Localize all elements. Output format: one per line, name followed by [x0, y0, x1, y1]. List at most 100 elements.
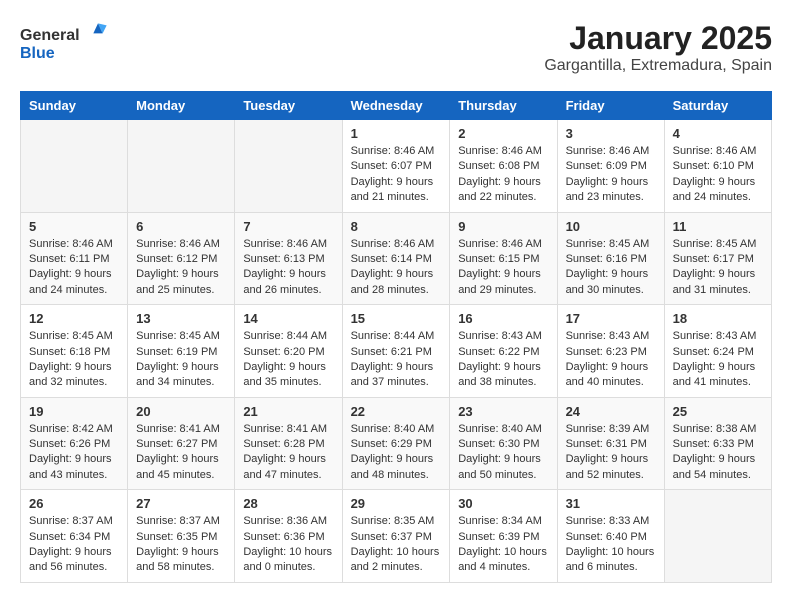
- day-number: 17: [566, 311, 656, 326]
- svg-text:General: General: [20, 27, 80, 44]
- day-info: Sunrise: 8:46 AM Sunset: 6:08 PM Dayligh…: [458, 144, 548, 206]
- calendar-cell: 3 Sunrise: 8:46 AM Sunset: 6:09 PM Daylig…: [557, 120, 664, 213]
- calendar-cell: 12Sunrise: 8:45 AM Sunset: 6:18 PM Dayli…: [21, 305, 128, 398]
- calendar-cell: [128, 120, 235, 213]
- weekday-header-friday: Friday: [557, 92, 664, 120]
- weekday-header-thursday: Thursday: [450, 92, 557, 120]
- calendar-cell: [21, 120, 128, 213]
- calendar-cell: 1Sunrise: 8:46 AM Sunset: 6:07 PM Daylig…: [342, 120, 450, 213]
- day-info: Sunrise: 8:46 AM Sunset: 6:13 PM Dayligh…: [243, 237, 333, 299]
- calendar-cell: 28 Sunrise: 8:36 AM Sunset: 6:36 PM Dayli…: [235, 490, 342, 583]
- calendar-week-row: 12Sunrise: 8:45 AM Sunset: 6:18 PM Dayli…: [21, 305, 772, 398]
- day-number: 22: [351, 404, 442, 419]
- day-number: 7: [243, 219, 333, 234]
- day-number: 15: [351, 311, 442, 326]
- day-number: 24: [566, 404, 656, 419]
- calendar-cell: 17 Sunrise: 8:43 AM Sunset: 6:23 PM Dayli…: [557, 305, 664, 398]
- day-number: 19: [29, 404, 119, 419]
- day-info: Sunrise: 8:37 AM Sunset: 6:35 PM Dayligh…: [136, 514, 226, 576]
- calendar-cell: 25 Sunrise: 8:38 AM Sunset: 6:33 PM Dayli…: [664, 397, 771, 490]
- day-info: Sunrise: 8:46 AM Sunset: 6:07 PM Dayligh…: [351, 144, 442, 206]
- calendar-cell: 7 Sunrise: 8:46 AM Sunset: 6:13 PM Daylig…: [235, 212, 342, 305]
- day-number: 23: [458, 404, 548, 419]
- day-info: Sunrise: 8:44 AM Sunset: 6:20 PM Dayligh…: [243, 329, 333, 391]
- title-block: January 2025 Gargantilla, Extremadura, S…: [544, 20, 772, 75]
- calendar-cell: 10 Sunrise: 8:45 AM Sunset: 6:16 PM Dayli…: [557, 212, 664, 305]
- calendar-cell: 30Sunrise: 8:34 AM Sunset: 6:39 PM Dayli…: [450, 490, 557, 583]
- day-info: Sunrise: 8:34 AM Sunset: 6:39 PM Dayligh…: [458, 514, 548, 576]
- day-number: 26: [29, 496, 119, 511]
- day-info: Sunrise: 8:35 AM Sunset: 6:37 PM Dayligh…: [351, 514, 442, 576]
- weekday-header-sunday: Sunday: [21, 92, 128, 120]
- day-info: Sunrise: 8:46 AM Sunset: 6:12 PM Dayligh…: [136, 237, 226, 299]
- logo: General Blue: [20, 20, 130, 70]
- day-info: Sunrise: 8:45 AM Sunset: 6:17 PM Dayligh…: [673, 237, 763, 299]
- page-header: General Blue January 2025 Gargantilla, E…: [20, 20, 772, 75]
- day-info: Sunrise: 8:46 AM Sunset: 6:15 PM Dayligh…: [458, 237, 548, 299]
- day-number: 5: [29, 219, 119, 234]
- calendar-week-row: 26 Sunrise: 8:37 AM Sunset: 6:34 PM Dayli…: [21, 490, 772, 583]
- day-info: Sunrise: 8:46 AM Sunset: 6:14 PM Dayligh…: [351, 237, 442, 299]
- calendar-cell: 23 Sunrise: 8:40 AM Sunset: 6:30 PM Dayli…: [450, 397, 557, 490]
- day-number: 31: [566, 496, 656, 511]
- day-number: 21: [243, 404, 333, 419]
- day-number: 14: [243, 311, 333, 326]
- day-info: Sunrise: 8:45 AM Sunset: 6:19 PM Dayligh…: [136, 329, 226, 391]
- day-info: Sunrise: 8:46 AM Sunset: 6:11 PM Dayligh…: [29, 237, 119, 299]
- day-info: Sunrise: 8:45 AM Sunset: 6:16 PM Dayligh…: [566, 237, 656, 299]
- day-info: Sunrise: 8:43 AM Sunset: 6:22 PM Dayligh…: [458, 329, 548, 391]
- calendar-cell: [664, 490, 771, 583]
- weekday-header-saturday: Saturday: [664, 92, 771, 120]
- day-info: Sunrise: 8:46 AM Sunset: 6:09 PM Dayligh…: [566, 144, 656, 206]
- calendar-cell: 22Sunrise: 8:40 AM Sunset: 6:29 PM Dayli…: [342, 397, 450, 490]
- calendar-cell: 15 Sunrise: 8:44 AM Sunset: 6:21 PM Dayli…: [342, 305, 450, 398]
- calendar-week-row: 1Sunrise: 8:46 AM Sunset: 6:07 PM Daylig…: [21, 120, 772, 213]
- calendar-cell: 5 Sunrise: 8:46 AM Sunset: 6:11 PM Daylig…: [21, 212, 128, 305]
- logo-text: General Blue: [20, 20, 130, 70]
- day-number: 20: [136, 404, 226, 419]
- calendar-cell: 18 Sunrise: 8:43 AM Sunset: 6:24 PM Dayli…: [664, 305, 771, 398]
- main-title: January 2025: [544, 20, 772, 57]
- day-info: Sunrise: 8:39 AM Sunset: 6:31 PM Dayligh…: [566, 422, 656, 484]
- calendar-cell: 6 Sunrise: 8:46 AM Sunset: 6:12 PM Daylig…: [128, 212, 235, 305]
- svg-text:Blue: Blue: [20, 45, 55, 62]
- day-info: Sunrise: 8:36 AM Sunset: 6:36 PM Dayligh…: [243, 514, 333, 576]
- calendar-cell: 13 Sunrise: 8:45 AM Sunset: 6:19 PM Dayli…: [128, 305, 235, 398]
- day-info: Sunrise: 8:44 AM Sunset: 6:21 PM Dayligh…: [351, 329, 442, 391]
- day-info: Sunrise: 8:38 AM Sunset: 6:33 PM Dayligh…: [673, 422, 763, 484]
- calendar-cell: 8Sunrise: 8:46 AM Sunset: 6:14 PM Daylig…: [342, 212, 450, 305]
- day-number: 18: [673, 311, 763, 326]
- day-info: Sunrise: 8:46 AM Sunset: 6:10 PM Dayligh…: [673, 144, 763, 206]
- day-info: Sunrise: 8:43 AM Sunset: 6:23 PM Dayligh…: [566, 329, 656, 391]
- day-info: Sunrise: 8:41 AM Sunset: 6:27 PM Dayligh…: [136, 422, 226, 484]
- day-info: Sunrise: 8:40 AM Sunset: 6:30 PM Dayligh…: [458, 422, 548, 484]
- day-number: 9: [458, 219, 548, 234]
- day-number: 2: [458, 126, 548, 141]
- calendar-cell: 4Sunrise: 8:46 AM Sunset: 6:10 PM Daylig…: [664, 120, 771, 213]
- day-number: 28: [243, 496, 333, 511]
- day-number: 12: [29, 311, 119, 326]
- calendar-table: SundayMondayTuesdayWednesdayThursdayFrid…: [20, 91, 772, 583]
- calendar-week-row: 19 Sunrise: 8:42 AM Sunset: 6:26 PM Dayli…: [21, 397, 772, 490]
- weekday-header-tuesday: Tuesday: [235, 92, 342, 120]
- day-number: 11: [673, 219, 763, 234]
- calendar-cell: 16Sunrise: 8:43 AM Sunset: 6:22 PM Dayli…: [450, 305, 557, 398]
- calendar-cell: 29 Sunrise: 8:35 AM Sunset: 6:37 PM Dayli…: [342, 490, 450, 583]
- calendar-cell: 24 Sunrise: 8:39 AM Sunset: 6:31 PM Dayli…: [557, 397, 664, 490]
- day-info: Sunrise: 8:37 AM Sunset: 6:34 PM Dayligh…: [29, 514, 119, 576]
- day-info: Sunrise: 8:43 AM Sunset: 6:24 PM Dayligh…: [673, 329, 763, 391]
- day-number: 25: [673, 404, 763, 419]
- day-number: 6: [136, 219, 226, 234]
- day-info: Sunrise: 8:42 AM Sunset: 6:26 PM Dayligh…: [29, 422, 119, 484]
- day-number: 27: [136, 496, 226, 511]
- calendar-cell: 26 Sunrise: 8:37 AM Sunset: 6:34 PM Dayli…: [21, 490, 128, 583]
- calendar-cell: 27 Sunrise: 8:37 AM Sunset: 6:35 PM Dayli…: [128, 490, 235, 583]
- day-number: 13: [136, 311, 226, 326]
- day-number: 29: [351, 496, 442, 511]
- weekday-header-row: SundayMondayTuesdayWednesdayThursdayFrid…: [21, 92, 772, 120]
- day-info: Sunrise: 8:41 AM Sunset: 6:28 PM Dayligh…: [243, 422, 333, 484]
- weekday-header-wednesday: Wednesday: [342, 92, 450, 120]
- day-number: 10: [566, 219, 656, 234]
- day-number: 3: [566, 126, 656, 141]
- calendar-cell: 19 Sunrise: 8:42 AM Sunset: 6:26 PM Dayli…: [21, 397, 128, 490]
